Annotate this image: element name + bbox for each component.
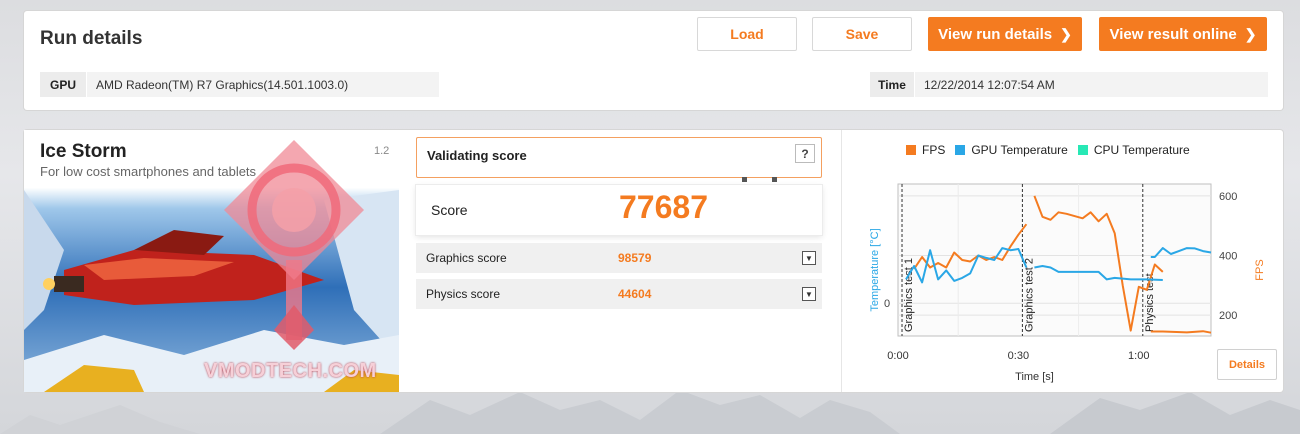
save-button[interactable]: Save: [812, 17, 912, 51]
run-details-panel: Run details Load Save View run details ❯…: [24, 11, 1283, 110]
validating-score-box: Validating score ?: [416, 137, 822, 200]
y-left-tick-label: 0: [884, 298, 890, 310]
details-button[interactable]: Details: [1217, 349, 1277, 380]
y-left-axis-label: Temperature [°C]: [869, 228, 881, 311]
x-axis-label: Time [s]: [1015, 371, 1054, 383]
time-label: Time: [870, 72, 915, 97]
expand-dropdown-icon[interactable]: ▼: [802, 251, 816, 265]
overall-score-box: Score 77687: [416, 185, 822, 235]
x-tick-label: 1:00: [1128, 350, 1149, 362]
view-result-online-label: View result online: [1109, 25, 1237, 43]
graphics-score-row[interactable]: Graphics score 98579 ▼: [416, 243, 822, 273]
graphics-score-value: 98579: [618, 251, 652, 265]
run-details-title: Run details: [40, 28, 143, 49]
x-tick-label: 0:00: [887, 350, 908, 362]
graphics-score-label: Graphics score: [426, 251, 507, 265]
help-button[interactable]: ?: [795, 144, 815, 163]
x-tick-label: 0:30: [1008, 350, 1029, 362]
view-result-online-button[interactable]: View result online ❯: [1099, 17, 1267, 51]
y-right-tick-label: 600: [1219, 191, 1237, 203]
chevron-right-icon: ❯: [1244, 25, 1257, 42]
benchmark-description: For low cost smartphones and tablets: [40, 164, 257, 179]
benchmark-thumbnail: Ice Storm For low cost smartphones and t…: [24, 130, 399, 392]
gpu-label: GPU: [40, 72, 87, 97]
benchmark-name: Ice Storm: [40, 141, 127, 162]
y-right-tick-label: 400: [1219, 251, 1237, 263]
y-right-axis-label: FPS: [1254, 259, 1266, 280]
benchmark-result-panel: Ice Storm For low cost smartphones and t…: [24, 130, 1283, 392]
time-value: 12/22/2014 12:07:54 AM: [915, 72, 1268, 97]
score-value: 77687: [619, 189, 708, 225]
time-row: Time 12/22/2014 12:07:54 AM: [870, 72, 1268, 97]
y-right-tick-label: 200: [1219, 310, 1237, 322]
scores-section: Validating score ? Score 77687 Graphics …: [416, 137, 824, 387]
chevron-right-icon: ❯: [1060, 25, 1072, 42]
validating-score-label: Validating score: [427, 148, 527, 163]
score-label: Score: [431, 202, 468, 218]
physics-score-label: Physics score: [426, 287, 501, 301]
test-marker-label: Graphics test 2: [1023, 258, 1035, 332]
view-run-details-label: View run details: [938, 25, 1053, 43]
plot-area: [897, 183, 1212, 337]
monitoring-chart-area: FPS GPU Temperature CPU Temperature 600 4…: [841, 130, 1283, 392]
load-button[interactable]: Load: [697, 17, 797, 51]
physics-score-value: 44604: [618, 287, 652, 301]
physics-score-row[interactable]: Physics score 44604 ▼: [416, 279, 822, 309]
gpu-row: GPU AMD Radeon(TM) R7 Graphics(14.501.10…: [40, 72, 439, 97]
gpu-value: AMD Radeon(TM) R7 Graphics(14.501.1003.0…: [87, 72, 439, 97]
watermark-text: VMODTECH.COM: [204, 360, 377, 382]
expand-dropdown-icon[interactable]: ▼: [802, 287, 816, 301]
benchmark-version: 1.2: [374, 145, 390, 157]
view-run-details-button[interactable]: View run details ❯: [928, 17, 1082, 51]
